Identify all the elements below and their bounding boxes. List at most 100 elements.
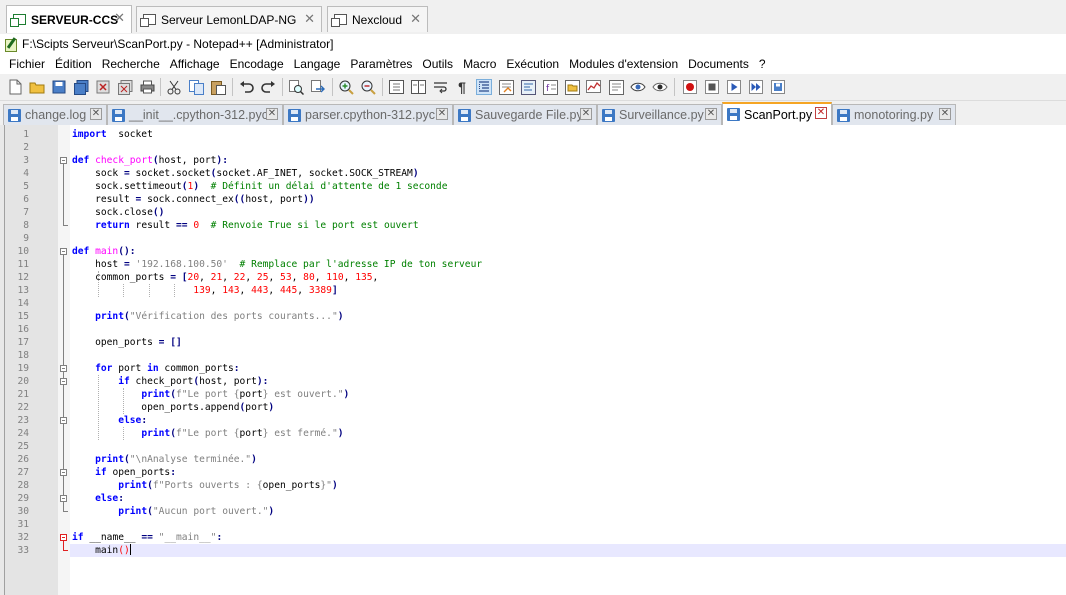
close-icon[interactable]: ✕ <box>815 107 827 119</box>
close-icon[interactable]: ✕ <box>114 10 125 26</box>
undo-icon[interactable] <box>238 79 254 95</box>
monitoring-eye-icon[interactable] <box>652 79 668 95</box>
new-file-icon[interactable] <box>7 79 23 95</box>
code-line[interactable]: 21 print(f"Le port {port} est ouvert.") <box>0 388 1066 401</box>
close-icon[interactable] <box>95 79 111 95</box>
menu-recherche[interactable]: Recherche <box>97 54 165 74</box>
code-line[interactable]: 1 import socket <box>0 128 1066 141</box>
code-line[interactable]: 16 <box>0 323 1066 336</box>
udl-icon[interactable] <box>498 79 514 95</box>
code-line[interactable]: 33 main() <box>0 544 1066 557</box>
paste-icon[interactable] <box>210 79 226 95</box>
word-wrap-icon[interactable] <box>432 79 448 95</box>
cut-icon[interactable] <box>166 79 182 95</box>
menu-fichier[interactable]: Fichier <box>0 54 50 74</box>
code-line[interactable]: 9 <box>0 232 1066 245</box>
code-line[interactable]: 26 print("\nAnalyse terminée.") <box>0 453 1066 466</box>
tab-scanport[interactable]: ScanPort.py ✕ <box>722 102 832 125</box>
close-icon[interactable]: ✕ <box>939 108 951 120</box>
tab-parser-cpython[interactable]: parser.cpython-312.pyc ✕ <box>283 104 453 125</box>
play-macro-icon[interactable] <box>726 79 742 95</box>
code-line[interactable]: 6 result = sock.connect_ex((host, port)) <box>0 193 1066 206</box>
code-editor[interactable]: 1 import socket 2 3 def check_port(host, por… <box>0 125 1066 595</box>
doc-map-icon[interactable] <box>520 79 536 95</box>
code-line[interactable]: 13 139, 143, 443, 445, 3389] <box>0 284 1066 297</box>
code-line[interactable]: 24 print(f"Le port {port} est fermé.") <box>0 427 1066 440</box>
code-line[interactable]: 18 <box>0 349 1066 362</box>
code-line[interactable]: 20 if check_port(host, port): <box>0 375 1066 388</box>
code-line[interactable]: 15 print("Vérification des ports courant… <box>0 310 1066 323</box>
close-icon[interactable]: ✕ <box>580 108 592 120</box>
close-icon[interactable]: ✕ <box>410 11 421 27</box>
find-icon[interactable] <box>288 79 304 95</box>
menu-outils[interactable]: Outils <box>417 54 458 74</box>
save-all-icon[interactable] <box>73 79 89 95</box>
code-line[interactable]: 27 if open_ports: <box>0 466 1066 479</box>
record-macro-icon[interactable] <box>682 79 698 95</box>
view-icon[interactable] <box>630 79 646 95</box>
menu-parametres[interactable]: Paramètres <box>345 54 417 74</box>
code-line[interactable]: 7 sock.close() <box>0 206 1066 219</box>
menu-execution[interactable]: Exécution <box>501 54 564 74</box>
remote-tab-nexcloud[interactable]: Nexcloud ✕ <box>327 6 428 32</box>
redo-icon[interactable] <box>260 79 276 95</box>
sync-horizontal-icon[interactable] <box>410 79 426 95</box>
code-line[interactable]: 14 <box>0 297 1066 310</box>
replace-icon[interactable] <box>310 79 326 95</box>
close-icon[interactable]: ✕ <box>266 108 278 120</box>
code-line[interactable]: 3 def check_port(host, port): <box>0 154 1066 167</box>
code-line[interactable]: 23 else: <box>0 414 1066 427</box>
code-line[interactable]: 2 <box>0 141 1066 154</box>
code-line[interactable]: 10 def main(): <box>0 245 1066 258</box>
menu-documents[interactable]: Documents <box>683 54 754 74</box>
menu-langage[interactable]: Langage <box>289 54 346 74</box>
close-icon[interactable]: ✕ <box>705 108 717 120</box>
code-line[interactable]: 12 common_ports = [20, 21, 22, 25, 53, 8… <box>0 271 1066 284</box>
code-line[interactable]: 29 else: <box>0 492 1066 505</box>
code-line[interactable]: 8 return result == 0 # Renvoie True si l… <box>0 219 1066 232</box>
udl-panel-icon[interactable] <box>608 79 624 95</box>
code-line[interactable]: 31 <box>0 518 1066 531</box>
code-line[interactable]: 32 if __name__ == "__main__": <box>0 531 1066 544</box>
zoom-out-icon[interactable] <box>360 79 376 95</box>
stop-macro-icon[interactable] <box>704 79 720 95</box>
close-icon[interactable]: ✕ <box>304 11 315 27</box>
remote-tab-serveur-ccs[interactable]: SERVEUR-CCS ✕ <box>6 5 132 33</box>
close-icon[interactable]: ✕ <box>436 108 448 120</box>
code-line[interactable]: 30 print("Aucun port ouvert.") <box>0 505 1066 518</box>
indent-guide-icon[interactable] <box>476 79 492 95</box>
code-line[interactable]: 25 <box>0 440 1066 453</box>
code-line[interactable]: 11 host = '192.168.100.50' # Remplace pa… <box>0 258 1066 271</box>
sync-vertical-icon[interactable] <box>388 79 404 95</box>
menu-modules[interactable]: Modules d'extension <box>564 54 683 74</box>
folder-workspace-icon[interactable] <box>564 79 580 95</box>
function-list-icon[interactable]: f <box>542 79 558 95</box>
tab-sauvegarde-file[interactable]: Sauvegarde File.py ✕ <box>453 104 597 125</box>
menu-encodage[interactable]: Encodage <box>225 54 289 74</box>
code-line[interactable]: 5 sock.settimeout(1) # Définit un délai … <box>0 180 1066 193</box>
menu-edition[interactable]: Édition <box>50 54 97 74</box>
menu-help[interactable]: ? <box>754 54 771 74</box>
code-line[interactable]: 17 open_ports = [] <box>0 336 1066 349</box>
monitoring-icon[interactable] <box>586 79 602 95</box>
tab-surveillance[interactable]: Surveillance.py ✕ <box>597 104 722 125</box>
code-line[interactable]: 22 open_ports.append(port) <box>0 401 1066 414</box>
code-line[interactable]: 4 sock = socket.socket(socket.AF_INET, s… <box>0 167 1066 180</box>
show-all-chars-icon[interactable]: ¶ <box>454 79 470 95</box>
code-line[interactable]: 19 for port in common_ports: <box>0 362 1066 375</box>
menu-macro[interactable]: Macro <box>458 54 501 74</box>
print-icon[interactable] <box>139 79 155 95</box>
tab-monotoring[interactable]: monotoring.py ✕ <box>832 104 956 125</box>
run-macro-multiple-icon[interactable] <box>748 79 764 95</box>
save-macro-icon[interactable] <box>770 79 786 95</box>
save-icon[interactable] <box>51 79 67 95</box>
close-all-icon[interactable] <box>117 79 133 95</box>
zoom-in-icon[interactable] <box>338 79 354 95</box>
tab-change-log[interactable]: change.log ✕ <box>3 104 107 125</box>
remote-tab-lemonldap[interactable]: Serveur LemonLDAP-NG ✕ <box>136 6 322 32</box>
tab-init-cpython[interactable]: __init__.cpython-312.pyc ✕ <box>107 104 283 125</box>
code-line[interactable]: 28 print(f"Ports ouverts : {open_ports}"… <box>0 479 1066 492</box>
menu-affichage[interactable]: Affichage <box>165 54 225 74</box>
copy-icon[interactable] <box>188 79 204 95</box>
close-icon[interactable]: ✕ <box>90 108 102 120</box>
